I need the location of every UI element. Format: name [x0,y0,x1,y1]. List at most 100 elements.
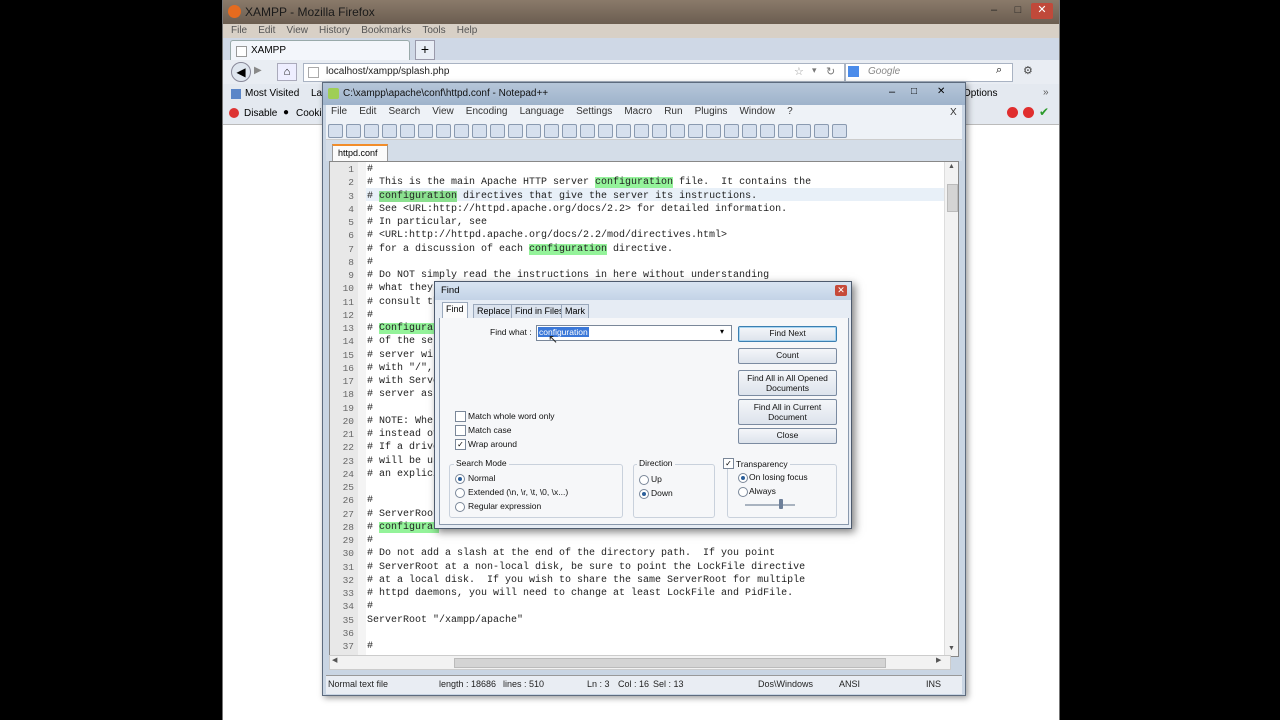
word-wrap-icon[interactable] [652,124,667,138]
bookmark-most-visited[interactable]: Most Visited [245,88,299,99]
dropdown-icon[interactable]: ▾ [812,65,817,76]
menu-edit[interactable]: Edit [258,25,275,36]
find-all-opened-button[interactable]: Find All in All Opened Documents [738,370,837,396]
menu-view[interactable]: View [432,106,454,117]
menu-file[interactable]: File [231,25,247,36]
scroll-down-icon[interactable]: ▼ [948,645,955,652]
zoom-out-icon[interactable] [598,124,613,138]
scroll-up-icon[interactable]: ▲ [948,163,955,170]
addon-cookies[interactable]: Cooki [296,108,322,119]
bookmark-star-icon[interactable]: ☆ [794,65,804,78]
overflow-icon[interactable]: » [1043,87,1049,98]
menu-macro[interactable]: Macro [624,106,652,117]
spell-check-icon[interactable] [832,124,847,138]
copy-icon[interactable] [472,124,487,138]
open-file-icon[interactable] [346,124,361,138]
search-icon[interactable]: ⌕ [996,64,1002,77]
scroll-right-icon[interactable]: ▶ [936,656,941,664]
play-macro-icon[interactable] [760,124,775,138]
show-all-chars-icon[interactable] [670,124,685,138]
zoom-in-icon[interactable] [580,124,595,138]
forward-icon[interactable]: ▶ [254,65,262,76]
save-macro-icon[interactable] [796,124,811,138]
minimize-icon[interactable]: – [983,3,1005,19]
close-icon[interactable]: ✕ [1031,3,1053,19]
addon-disable[interactable]: Disable [244,108,277,119]
extended-radio[interactable] [455,488,465,498]
save-icon[interactable] [364,124,379,138]
menu-view[interactable]: View [286,25,308,36]
maximize-icon[interactable]: □ [1007,3,1029,19]
normal-radio[interactable] [455,474,465,484]
close-document-icon[interactable]: X [950,107,957,118]
find-what-combobox[interactable]: configuration ▾ [536,325,732,341]
paste-icon[interactable] [490,124,505,138]
menu-edit[interactable]: Edit [359,106,376,117]
user-lang-icon[interactable] [706,124,721,138]
menu-settings[interactable]: Settings [576,106,612,117]
count-button[interactable]: Count [738,348,837,364]
indent-guide-icon[interactable] [688,124,703,138]
chevron-down-icon[interactable]: ▾ [720,327,724,336]
menu-bookmarks[interactable]: Bookmarks [361,25,411,36]
scroll-left-icon[interactable]: ◀ [332,656,337,664]
save-all-icon[interactable] [382,124,397,138]
tab-mark[interactable]: Mark [561,304,589,318]
tab-xampp[interactable]: XAMPP [230,40,410,61]
sync-vertical-icon[interactable] [616,124,631,138]
redo-icon[interactable] [526,124,541,138]
menu-plugins[interactable]: Plugins [695,106,728,117]
menu-run[interactable]: Run [664,106,682,117]
wrap-around-checkbox[interactable]: ✓ [455,439,466,450]
maximize-icon[interactable]: □ [911,86,917,97]
menu-file[interactable]: File [331,106,347,117]
print-icon[interactable] [436,124,451,138]
tab-find[interactable]: Find [442,302,468,319]
horizontal-scrollbar[interactable]: ◀ ▶ [329,655,951,670]
close-icon[interactable]: ✕ [835,285,847,296]
undo-icon[interactable] [508,124,523,138]
up-radio[interactable] [639,475,649,485]
regex-radio[interactable] [455,502,465,512]
vertical-scrollbar[interactable]: ▲ ▼ [944,162,958,656]
record-macro-icon[interactable] [724,124,739,138]
menu-encoding[interactable]: Encoding [466,106,508,117]
find-next-button[interactable]: Find Next [738,326,837,342]
menu-help[interactable]: ? [787,106,793,117]
addon-options[interactable]: Options [963,88,997,99]
bookmark-la[interactable]: La [311,88,322,99]
vertical-scroll-thumb[interactable] [947,184,958,212]
menu-tools[interactable]: Tools [422,25,445,36]
tab-find-in-files[interactable]: Find in Files [511,304,568,318]
new-tab-button[interactable]: + [415,40,435,60]
match-case-checkbox[interactable] [455,425,466,436]
always-radio[interactable] [738,487,748,497]
find-icon[interactable] [544,124,559,138]
menu-history[interactable]: History [319,25,350,36]
close-all-icon[interactable] [418,124,433,138]
close-file-icon[interactable] [400,124,415,138]
minimize-icon[interactable]: – [889,86,895,98]
reload-icon[interactable]: ↻ [826,65,835,78]
whole-word-checkbox[interactable] [455,411,466,422]
transparency-slider-thumb[interactable] [779,499,783,509]
find-all-current-button[interactable]: Find All in Current Document [738,399,837,425]
on-losing-focus-radio[interactable] [738,473,748,483]
down-radio[interactable] [639,489,649,499]
close-icon[interactable]: ✕ [937,86,945,97]
new-file-icon[interactable] [328,124,343,138]
menu-language[interactable]: Language [520,106,565,117]
tools-icon[interactable]: ⚙ [1023,64,1033,77]
search-field[interactable]: Google ⌕ [845,63,1013,82]
stop-macro-icon[interactable] [742,124,757,138]
plugin-icon[interactable] [814,124,829,138]
close-button[interactable]: Close [738,428,837,444]
menu-help[interactable]: Help [457,25,478,36]
tab-replace[interactable]: Replace [473,304,515,318]
menu-search[interactable]: Search [388,106,420,117]
menu-window[interactable]: Window [739,106,775,117]
replace-icon[interactable] [562,124,577,138]
transparency-slider-track[interactable] [745,504,795,506]
horizontal-scroll-thumb[interactable] [454,658,886,668]
back-icon[interactable]: ◀ [231,62,251,82]
